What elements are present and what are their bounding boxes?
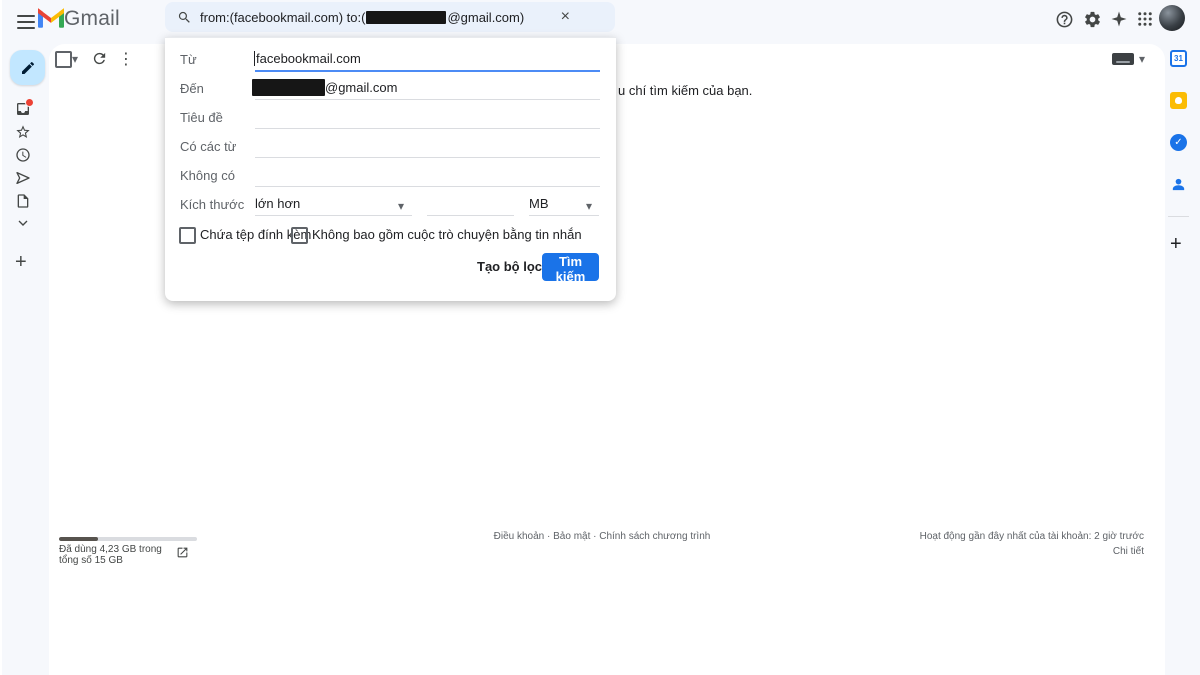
gemini-sparkle-icon[interactable] bbox=[1108, 8, 1130, 30]
input-tools-dropdown-icon[interactable]: ▾ bbox=[1139, 53, 1145, 65]
search-bar[interactable]: from:(facebookmail.com) to:(@gmail.com) … bbox=[165, 2, 615, 32]
tasks-icon[interactable]: ✓ bbox=[1170, 134, 1187, 151]
search-button[interactable]: Tìm kiếm bbox=[542, 253, 599, 281]
add-panel-plus-icon[interactable]: + bbox=[1170, 233, 1182, 256]
compose-pencil-icon bbox=[20, 60, 36, 76]
field-label-doesnt-have: Không có bbox=[180, 168, 235, 183]
field-label-from: Từ bbox=[180, 52, 197, 67]
to-field-value[interactable]: @gmail.com bbox=[325, 80, 397, 95]
more-options-icon[interactable]: ⋮ bbox=[118, 49, 134, 69]
compose-button[interactable] bbox=[10, 50, 45, 85]
sidebar-more-chevron-icon[interactable] bbox=[15, 215, 31, 231]
hamburger-menu-icon[interactable] bbox=[14, 10, 38, 34]
sidebar-item-starred[interactable] bbox=[15, 124, 31, 140]
size-comparator-dropdown-icon[interactable]: ▾ bbox=[398, 200, 404, 212]
right-rail-divider bbox=[1168, 216, 1189, 217]
storage-usage-text: Đã dùng 4,23 GB trong tổng số 15 GB bbox=[59, 544, 181, 566]
refresh-icon[interactable] bbox=[91, 50, 108, 67]
has-attachment-checkbox[interactable] bbox=[179, 227, 196, 244]
account-activity-text: Hoạt động gần đây nhất của tài khoản: 2 … bbox=[852, 531, 1144, 542]
storage-progress-bar bbox=[59, 537, 197, 541]
field-label-has-words: Có các từ bbox=[180, 139, 236, 154]
activity-details-link[interactable]: Chi tiết bbox=[852, 546, 1144, 557]
sidebar-item-sent[interactable] bbox=[15, 170, 31, 186]
settings-gear-icon[interactable] bbox=[1081, 8, 1103, 30]
inbox-unread-badge bbox=[25, 98, 34, 107]
from-field-value[interactable]: facebookmail.com bbox=[256, 51, 361, 66]
sidebar-item-snoozed[interactable] bbox=[15, 147, 31, 163]
keep-icon[interactable] bbox=[1170, 92, 1187, 109]
size-comparator-select[interactable]: lớn hơn bbox=[255, 196, 300, 211]
input-tools-keyboard-icon[interactable] bbox=[1112, 53, 1134, 65]
field-label-to: Đến bbox=[180, 81, 204, 96]
contacts-icon[interactable] bbox=[1170, 176, 1187, 193]
calendar-icon[interactable]: 31 bbox=[1170, 50, 1187, 67]
select-dropdown-icon[interactable]: ▾ bbox=[72, 53, 78, 65]
google-apps-grid-icon[interactable] bbox=[1134, 8, 1156, 30]
search-query[interactable]: from:(facebookmail.com) to:(@gmail.com) bbox=[200, 10, 524, 25]
sidebar-item-drafts[interactable] bbox=[15, 193, 31, 209]
manage-storage-open-icon[interactable] bbox=[176, 546, 189, 559]
select-all-checkbox[interactable] bbox=[55, 51, 72, 68]
add-label-plus-icon[interactable]: + bbox=[15, 251, 27, 274]
profile-avatar[interactable] bbox=[1159, 5, 1185, 31]
size-unit-select[interactable]: MB bbox=[529, 196, 549, 211]
storage-progress-fill bbox=[59, 537, 98, 541]
gmail-logo-icon bbox=[38, 8, 64, 28]
from-field-underline bbox=[255, 70, 600, 72]
field-label-subject: Tiêu đề bbox=[180, 110, 223, 125]
text-cursor bbox=[254, 51, 255, 66]
exclude-chats-checkbox[interactable] bbox=[291, 227, 308, 244]
clear-search-icon[interactable]: × bbox=[561, 7, 570, 27]
redacted-email bbox=[366, 11, 446, 24]
exclude-chats-label: Không bao gồm cuộc trò chuyện bằng tin n… bbox=[312, 227, 582, 242]
create-filter-button[interactable]: Tạo bộ lọc bbox=[467, 253, 552, 280]
redacted-recipient bbox=[252, 79, 325, 96]
size-unit-dropdown-icon[interactable]: ▾ bbox=[586, 200, 592, 212]
search-icon bbox=[177, 10, 192, 25]
footer-legal-links[interactable]: Điều khoản · Bảo mật · Chính sách chương… bbox=[452, 531, 752, 542]
gmail-wordmark: Gmail bbox=[64, 7, 120, 31]
no-results-text-fragment: u chí tìm kiếm của bạn. bbox=[618, 83, 752, 98]
help-icon[interactable] bbox=[1053, 8, 1075, 30]
field-label-size: Kích thước bbox=[180, 197, 244, 212]
